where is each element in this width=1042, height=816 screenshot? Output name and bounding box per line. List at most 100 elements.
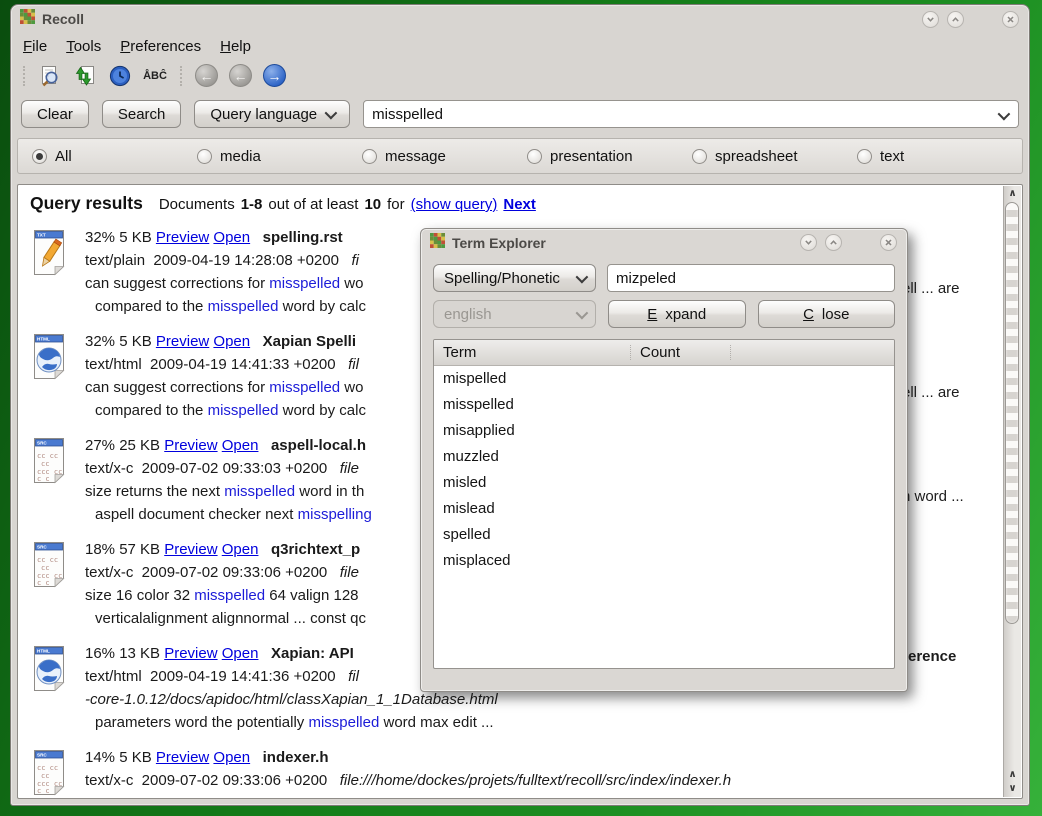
toolbar-separator (180, 66, 182, 86)
count-column-header[interactable]: Count (631, 345, 731, 360)
filter-media[interactable]: media (197, 148, 362, 165)
scrollbar-thumb[interactable] (1005, 202, 1019, 624)
highlighted-term: misspelled (269, 275, 340, 292)
term-input[interactable] (607, 264, 895, 292)
term-row[interactable]: misspelled (434, 392, 894, 418)
go-back-button[interactable]: ← (229, 64, 252, 87)
term-row[interactable]: misplaced (434, 548, 894, 574)
expand-button[interactable]: Expand (608, 300, 746, 328)
window-title: Recoll (42, 11, 84, 27)
svg-text:SRC: SRC (37, 753, 47, 758)
term-explorer-icon[interactable]: ÅBĈ (143, 64, 167, 88)
shade-up-button[interactable] (947, 11, 964, 28)
filetype-html-icon: HTML (30, 332, 68, 380)
dialog-close-button[interactable]: Close (758, 300, 896, 328)
term-row[interactable]: misapplied (434, 418, 894, 444)
find-document-icon[interactable] (38, 64, 62, 88)
filetype-src-icon: SRCcc ccccccc ccc c (30, 748, 68, 796)
result-link[interactable]: Open (213, 333, 250, 350)
result-link[interactable]: Open (213, 749, 250, 766)
category-filter-row: Allmedia message presentation spreadsheet te… (17, 138, 1023, 174)
result-link[interactable]: Open (222, 645, 259, 662)
results-scrollbar[interactable]: ∧ ∧ ∨ (1003, 186, 1021, 797)
svg-text:cc: cc (41, 460, 49, 468)
term-row[interactable]: mislead (434, 496, 894, 522)
filter-message[interactable]: message (362, 148, 527, 165)
next-page-link[interactable]: Next (503, 196, 536, 213)
filter-all[interactable]: All (32, 148, 197, 165)
results-header: Query results Documents 1-8 out of at le… (30, 191, 992, 214)
filetype-html-icon: HTML (30, 644, 68, 692)
result-line: 14% 5 KB Preview Open indexer.h (85, 746, 731, 769)
dialog-close-icon[interactable] (880, 234, 897, 251)
dialog-button-row: english Expand Close (433, 300, 895, 328)
window-titlebar[interactable]: Recoll (11, 5, 1029, 33)
filter-spreadsheet[interactable]: spreadsheet (692, 148, 857, 165)
term-row[interactable]: misled (434, 470, 894, 496)
clear-button[interactable]: Clear (21, 100, 89, 128)
term-table-header[interactable]: Term Count (434, 340, 894, 366)
results-total: 10 (364, 196, 381, 213)
result-link[interactable]: Preview (156, 229, 209, 246)
search-row: Clear Search Query language (11, 94, 1029, 136)
result-text-fragment: n word ... (902, 485, 964, 508)
window-buttons (922, 11, 1019, 28)
term-column-header[interactable]: Term (434, 345, 631, 360)
term-row[interactable]: spelled (434, 522, 894, 548)
filetype-src-icon: SRCcc ccccccc ccc c (30, 540, 68, 588)
menu-tools[interactable]: Tools (66, 38, 101, 55)
match-type-select[interactable]: Spelling/Phonetic (433, 264, 596, 292)
go-forward-button[interactable]: → (263, 64, 286, 87)
match-type-label: Spelling/Phonetic (444, 270, 560, 287)
filter-label: presentation (550, 148, 633, 165)
menu-file[interactable]: File (23, 38, 47, 55)
term-table-body: mispelledmisspelledmisappliedmuzzledmisl… (434, 366, 894, 668)
filter-label: message (385, 148, 446, 165)
result-text: 27% 25 KB Preview Open aspell-local.htex… (85, 434, 372, 526)
filter-label: text (880, 148, 904, 165)
update-index-icon[interactable] (73, 64, 97, 88)
dialog-title: Term Explorer (452, 235, 546, 251)
radio-icon (857, 149, 872, 164)
query-input[interactable] (363, 100, 1019, 128)
search-button[interactable]: Search (102, 100, 182, 128)
svg-text:cc: cc (41, 772, 49, 780)
shade-down-button[interactable] (922, 11, 939, 28)
svg-text:TXT: TXT (37, 233, 46, 238)
result-link[interactable]: Preview (156, 749, 209, 766)
result-link[interactable]: Open (222, 437, 259, 454)
radio-icon (362, 149, 377, 164)
scroll-up-arrow-2[interactable]: ∧ (1004, 767, 1021, 781)
result-link[interactable]: Preview (164, 541, 217, 558)
results-range: 1-8 (241, 196, 263, 213)
dialog-shade-down-button[interactable] (800, 234, 817, 251)
result-line: text/html 2009-04-19 14:41:33 +0200 fil (85, 353, 366, 376)
toolbar-handle[interactable] (23, 66, 25, 86)
search-mode-select[interactable]: Query language (194, 100, 350, 128)
result-link[interactable]: Preview (164, 645, 217, 662)
filter-text[interactable]: text (857, 148, 1022, 165)
menu-help[interactable]: Help (220, 38, 251, 55)
result-line: size returns the next misspelled word in… (85, 480, 372, 503)
scrollbar-bottom-arrows: ∧ ∨ (1004, 767, 1021, 795)
history-clock-icon[interactable] (108, 64, 132, 88)
radio-icon (527, 149, 542, 164)
window-close-button[interactable] (1002, 11, 1019, 28)
result-link[interactable]: Preview (156, 333, 209, 350)
result-link[interactable]: Open (222, 541, 259, 558)
result-link[interactable]: Open (213, 229, 250, 246)
result-text: 18% 57 KB Preview Open q3richtext_ptext/… (85, 538, 366, 630)
term-row[interactable]: mispelled (434, 366, 894, 392)
menu-preferences[interactable]: Preferences (120, 38, 201, 55)
scroll-down-arrow[interactable]: ∨ (1004, 781, 1021, 795)
dialog-titlebar[interactable]: Term Explorer (421, 229, 907, 256)
scroll-up-arrow[interactable]: ∧ (1004, 186, 1021, 200)
go-first-button[interactable]: ← (195, 64, 218, 87)
dialog-shade-up-button[interactable] (825, 234, 842, 251)
filter-presentation[interactable]: presentation (527, 148, 692, 165)
result-line: can suggest corrections for misspelled w… (85, 376, 366, 399)
term-row[interactable]: muzzled (434, 444, 894, 470)
result-link[interactable]: Preview (164, 437, 217, 454)
show-query-link[interactable]: (show query) (411, 196, 498, 213)
highlighted-term: misspelled (208, 402, 279, 419)
